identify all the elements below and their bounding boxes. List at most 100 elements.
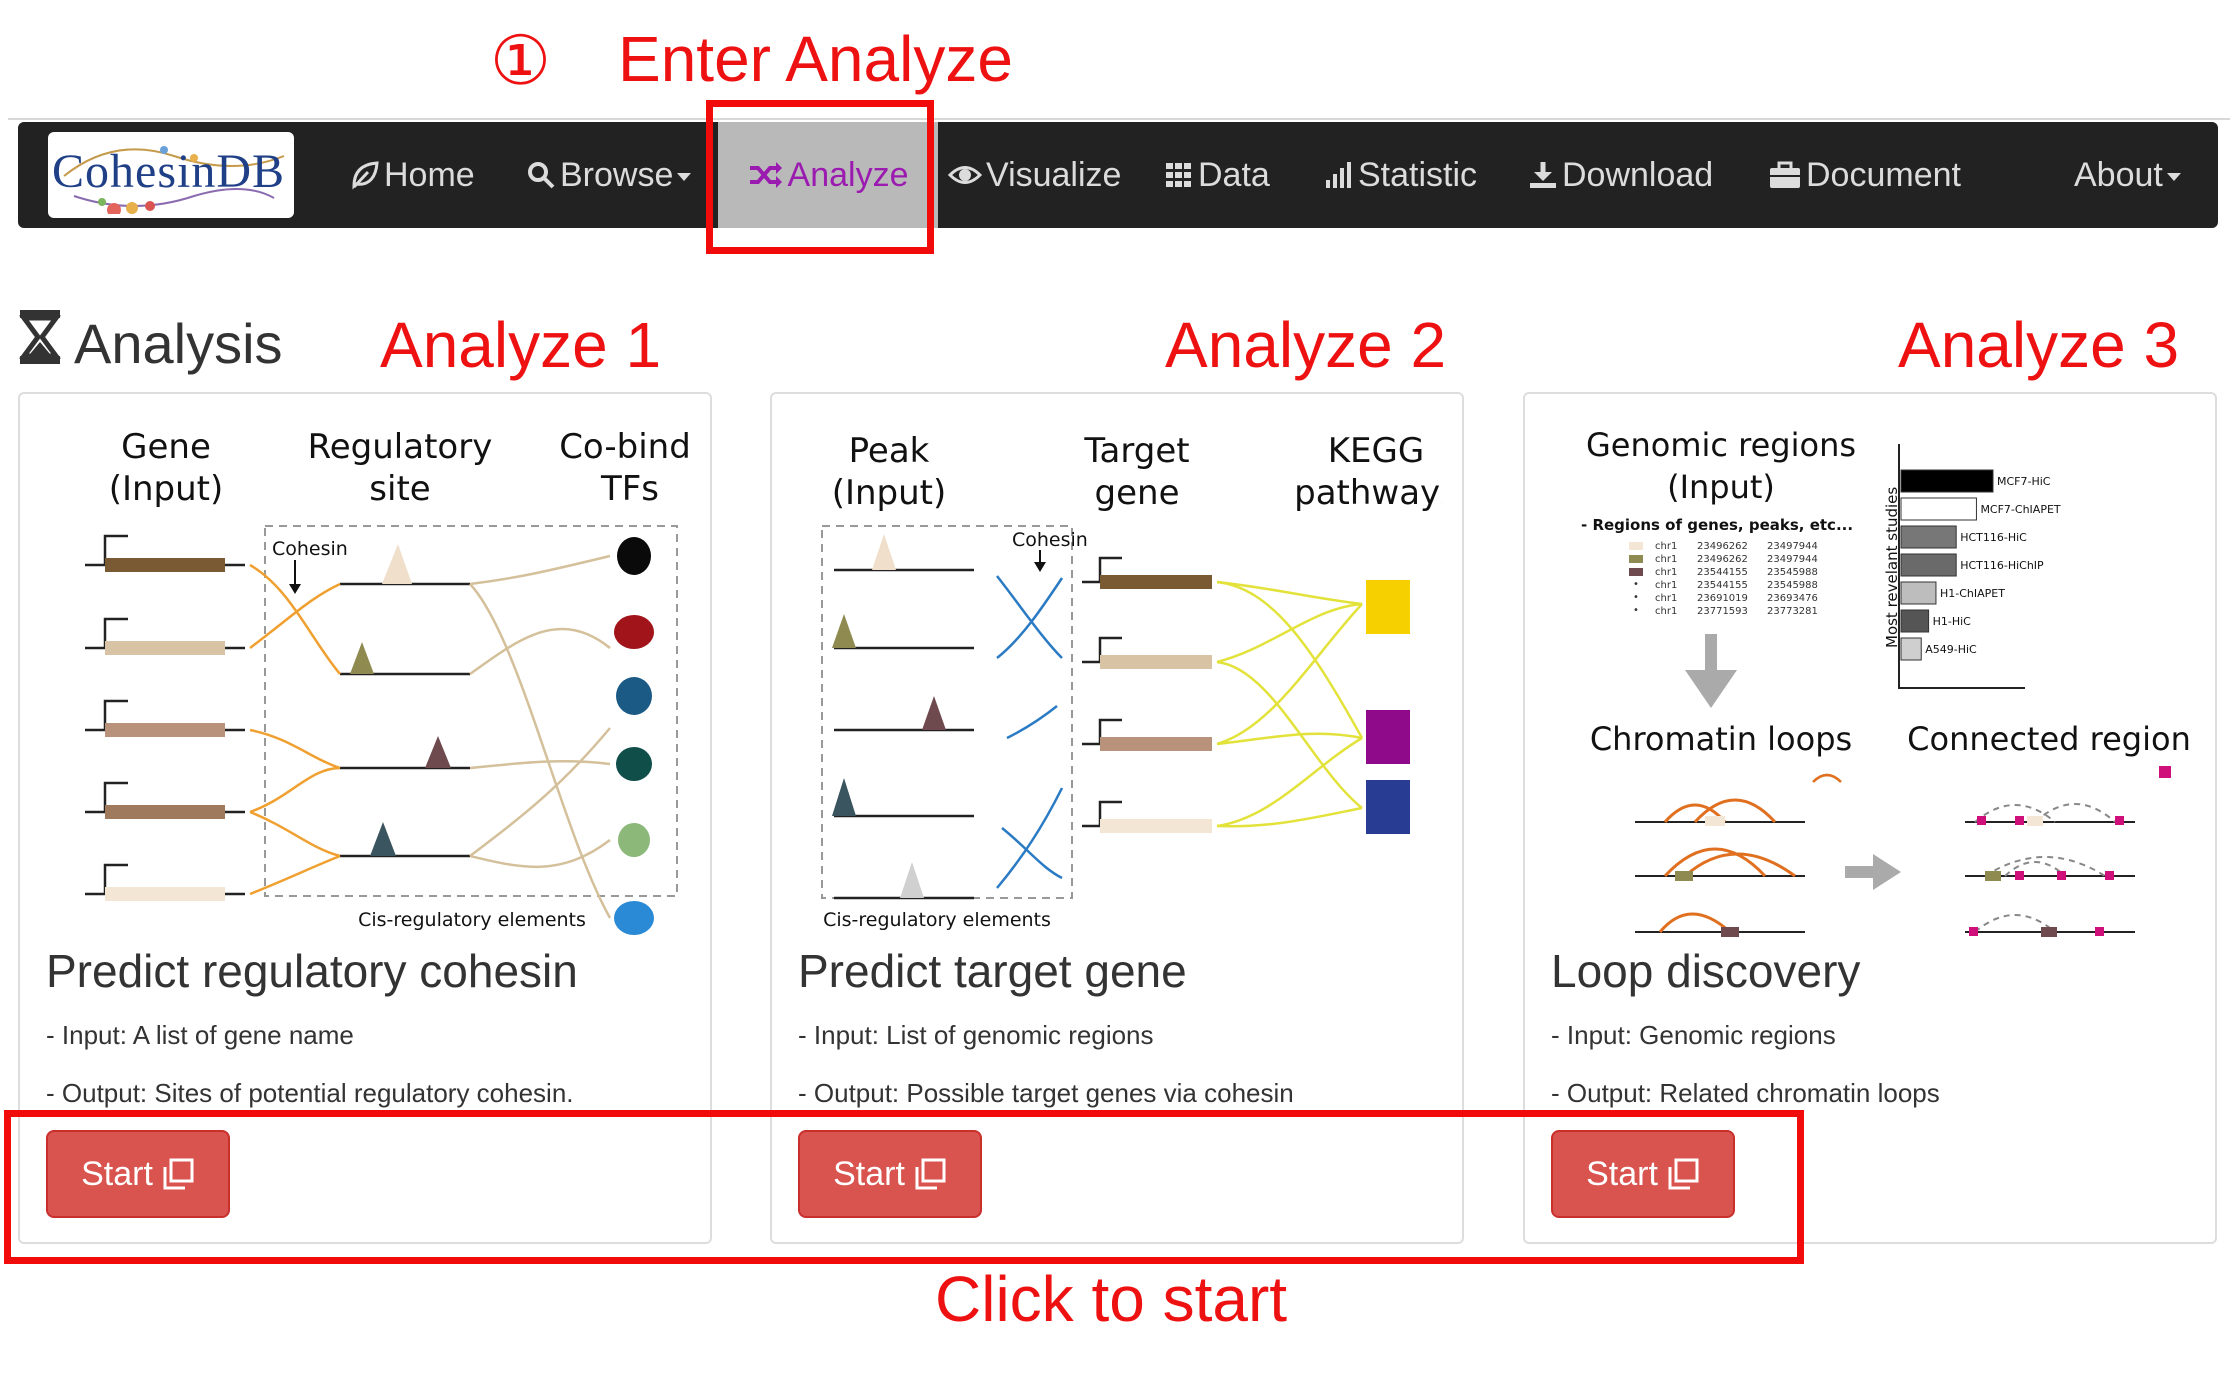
nav-data-label: Data	[1198, 155, 1270, 194]
analyze-3-annotation: Analyze 3	[1898, 309, 2180, 381]
fig1-col1-line1: Gene	[121, 427, 211, 467]
study-bar	[1900, 637, 1922, 661]
fig3-row4-chr: chr1	[1655, 580, 1677, 591]
fig2-cohesin-label: Cohesin	[1012, 529, 1088, 551]
fig3-regions-note: - Regions of genes, peaks, etc...	[1581, 516, 1853, 534]
fig2-col3-line2: pathways	[1294, 473, 1442, 513]
card-loop-discovery: Genomic regions (Input) - Regions of gen…	[1523, 392, 2217, 1244]
fig1-col1-line2: (Input)	[109, 469, 224, 509]
svg-text:•: •	[1633, 592, 1639, 603]
fig2-col1-line1: Peak	[849, 431, 930, 471]
study-bar	[1900, 497, 1977, 521]
fig2-col2-line1: Target	[1083, 431, 1189, 471]
fig3-loops-label: Chromatin loops	[1590, 720, 1852, 758]
study-bar	[1900, 609, 1930, 633]
fig3-row3-end: 23545988	[1767, 567, 1818, 578]
nav-download[interactable]: Download	[1528, 122, 1713, 228]
study-bar-label: MCF7-HiC	[1997, 475, 2051, 488]
nav-about[interactable]: About	[2074, 122, 2181, 228]
fig3-row6-chr: chr1	[1655, 606, 1677, 617]
start-button[interactable]: Start	[1551, 1130, 1735, 1218]
fig3-title-line1: Genomic regions	[1586, 426, 1856, 464]
shuffle-icon	[748, 160, 784, 190]
nav-visualize[interactable]: Visualize	[948, 122, 1121, 228]
card-title: Loop discovery	[1551, 945, 1861, 997]
nav-document-label: Document	[1806, 155, 1961, 194]
nav-browse[interactable]: Browse	[526, 122, 692, 228]
grid-icon	[1164, 160, 1194, 190]
fig1-col2-line1: Regulatory	[308, 427, 493, 467]
nav-download-label: Download	[1562, 155, 1714, 194]
fig3-row4-end: 23545988	[1767, 580, 1818, 591]
fig3-row4-start: 23544155	[1697, 580, 1748, 591]
logo[interactable]: CohesinDB	[48, 132, 294, 218]
start-button[interactable]: Start	[46, 1130, 230, 1218]
chevron-down-icon	[2166, 173, 2181, 181]
card-title: Predict target gene	[798, 945, 1187, 997]
study-bar-label: HCT116-HiC	[1960, 531, 2027, 544]
copy-icon	[163, 1158, 194, 1190]
fig3-row3-start: 23544155	[1697, 567, 1748, 578]
card-predict-regulatory-cohesin: Gene (Input) Regulatory site Co-bind TFs…	[18, 392, 712, 1244]
card-output-text: - Output: Related chromatin loops	[1551, 1078, 1940, 1108]
fig2-col1-line2: (Input)	[832, 473, 947, 513]
card-output-text: - Output: Sites of potential regulatory …	[46, 1078, 574, 1108]
fig3-row2-start: 23496262	[1697, 554, 1748, 565]
fig1-col3-line1: Co-bind	[559, 427, 690, 467]
target-gene-diagram: Peak (Input) Target gene KEGG pathways C…	[821, 431, 1442, 931]
svg-text:•: •	[1633, 579, 1639, 590]
fig2-col3-line1: KEGG	[1328, 431, 1424, 471]
study-bar-label: MCF7-ChIAPET	[1980, 503, 2060, 516]
nav-document[interactable]: Document	[1768, 122, 1961, 228]
fig3-row3-chr: chr1	[1655, 567, 1677, 578]
card-input-text: - Input: Genomic regions	[1551, 1020, 1836, 1050]
fig3-row1-start: 23496262	[1697, 541, 1748, 552]
fig3-row1-chr: chr1	[1655, 541, 1677, 552]
fig3-row2-end: 23497944	[1767, 554, 1818, 565]
fig3-row6-end: 23773281	[1767, 606, 1818, 617]
briefcase-icon	[1768, 160, 1802, 190]
eye-icon	[948, 160, 982, 190]
bar-chart-icon	[1324, 160, 1354, 190]
start-button[interactable]: Start	[798, 1130, 982, 1218]
leaf-icon	[350, 160, 380, 190]
fig3-connected-label: Connected region	[1907, 720, 2191, 758]
study-bar	[1900, 525, 1957, 549]
study-bar-label: H1-ChIAPET	[1940, 587, 2005, 600]
navbar: CohesinDB Home Browse Analyze Visualize …	[18, 122, 2218, 228]
study-bar	[1900, 581, 1937, 605]
nav-data[interactable]: Data	[1164, 122, 1270, 228]
nav-browse-label: Browse	[560, 155, 674, 194]
nav-statistic[interactable]: Statistic	[1324, 122, 1477, 228]
analyze-2-annotation: Analyze 2	[1165, 309, 1447, 381]
start-button-label: Start	[81, 1154, 153, 1193]
svg-text:•: •	[1633, 605, 1639, 616]
page-heading-text: Analysis	[74, 312, 283, 375]
nav-analyze-label: Analyze	[787, 155, 909, 194]
study-bar	[1900, 553, 1957, 577]
nav-home[interactable]: Home	[350, 122, 475, 228]
enter-analyze-annotation: Enter Analyze	[618, 23, 1013, 95]
click-to-start-annotation: Click to start	[935, 1263, 1288, 1335]
nav-home-label: Home	[384, 155, 475, 194]
download-icon	[1528, 160, 1558, 190]
card-output-text: - Output: Possible target genes via cohe…	[798, 1078, 1294, 1108]
logo-text: CohesinDB	[52, 145, 286, 198]
hourglass-icon	[18, 308, 62, 379]
card-input-text: - Input: A list of gene name	[46, 1020, 354, 1050]
regulatory-cohesin-diagram: Gene (Input) Regulatory site Co-bind TFs…	[85, 427, 690, 935]
card-input-text: - Input: List of genomic regions	[798, 1020, 1154, 1050]
fig2-col2-line2: gene	[1095, 473, 1180, 513]
fig3-row2-chr: chr1	[1655, 554, 1677, 565]
start-button-label: Start	[1586, 1154, 1658, 1193]
nav-analyze[interactable]: Analyze	[718, 122, 938, 228]
nav-about-label: About	[2074, 155, 2163, 194]
fig1-cohesin-label: Cohesin	[272, 538, 348, 560]
study-bar-label: HCT116-HiChIP	[1960, 559, 2044, 572]
step-marker: ①	[490, 23, 551, 99]
fig3-row5-chr: chr1	[1655, 593, 1677, 604]
copy-icon	[915, 1158, 946, 1190]
nav-visualize-label: Visualize	[986, 155, 1122, 194]
search-icon	[526, 160, 556, 190]
fig3-row6-start: 23771593	[1697, 606, 1748, 617]
